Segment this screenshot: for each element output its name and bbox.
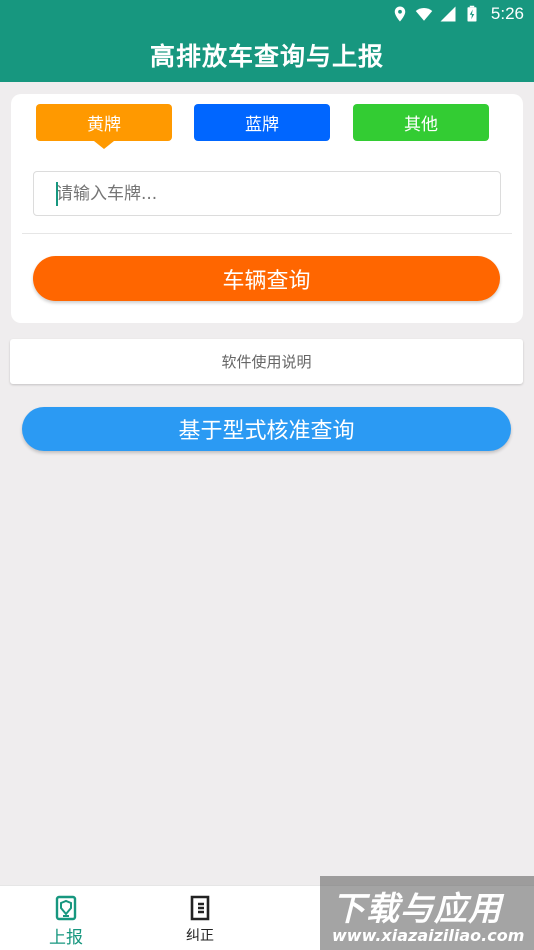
input-cursor [56, 182, 58, 206]
tab-yellow-plate-label: 黄牌 [87, 115, 121, 135]
wifi-icon [415, 8, 433, 21]
nav-item-correct[interactable]: 纠正 [140, 886, 260, 950]
status-time: 5:26 [490, 4, 524, 23]
battery-charging-icon [467, 5, 477, 22]
nav-item-report[interactable]: 上报 [6, 886, 126, 950]
correct-icon [190, 895, 210, 921]
plate-query-card: 黄牌 蓝牌 其他 车辆查询 [11, 94, 523, 323]
watermark-url: www.xiazaiziliao.com [332, 926, 525, 945]
page-title: 高排放车查询与上报 [149, 42, 384, 71]
type-approval-query-label: 基于型式核准查询 [178, 419, 355, 444]
status-icons: 5:26 [391, 4, 524, 24]
watermark: 下载与应用 www.xiazaiziliao.com [320, 876, 534, 950]
tab-blue-plate[interactable]: 蓝牌 [194, 104, 330, 141]
watermark-title: 下载与应用 [332, 889, 502, 928]
type-approval-query-button[interactable]: 基于型式核准查询 [22, 407, 511, 451]
title-bar: 高排放车查询与上报 [0, 28, 534, 82]
location-icon [394, 6, 406, 22]
tab-blue-plate-label: 蓝牌 [245, 115, 279, 135]
report-icon [55, 895, 77, 921]
selected-tab-pointer [94, 141, 114, 149]
user-manual-button[interactable]: 软件使用说明 [10, 339, 523, 384]
nav-item-correct-label: 纠正 [186, 928, 214, 944]
vehicle-query-button[interactable]: 车辆查询 [33, 256, 500, 301]
signal-icon [440, 6, 456, 22]
status-bar: 5:26 [0, 0, 534, 28]
plate-number-input[interactable] [33, 171, 501, 216]
user-manual-label: 软件使用说明 [221, 353, 312, 371]
tab-yellow-plate[interactable]: 黄牌 [36, 104, 172, 149]
nav-item-report-label: 上报 [49, 928, 83, 948]
divider [22, 233, 512, 234]
vehicle-query-button-label: 车辆查询 [222, 268, 311, 294]
tab-other-plate[interactable]: 其他 [353, 104, 489, 141]
tab-other-plate-label: 其他 [404, 115, 438, 135]
